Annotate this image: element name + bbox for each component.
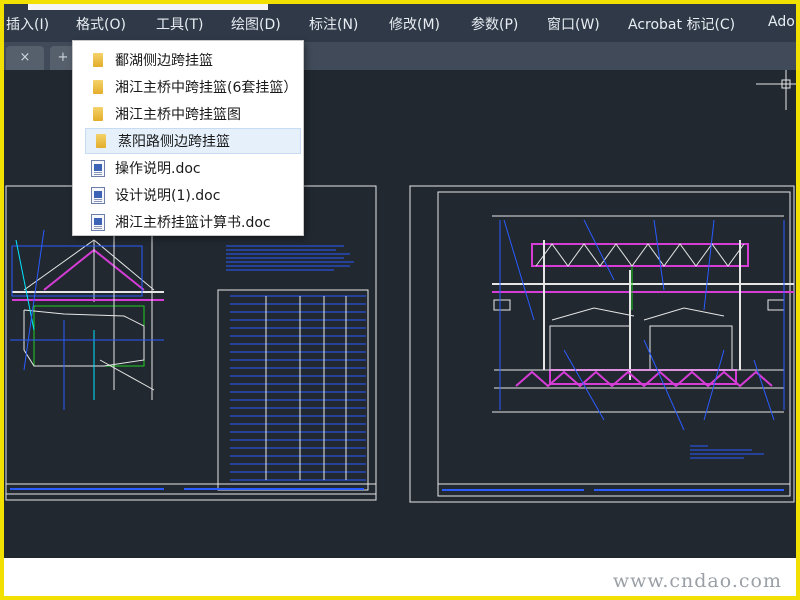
word-doc-icon (91, 186, 105, 204)
file-item-label: 操作说明.doc (115, 161, 201, 177)
file-item-label: 湘江主桥中跨挂篮图 (115, 107, 241, 123)
file-list-popup: 鄱湖侧边跨挂篮 湘江主桥中跨挂篮(6套挂篮） 湘江主桥中跨挂篮图 蒸阳路侧边跨挂… (72, 40, 304, 236)
folder-icon (91, 106, 105, 122)
menu-tools[interactable]: 工具(T) (156, 14, 203, 34)
title-strip (28, 4, 268, 10)
file-item-doc[interactable]: 设计说明(1).doc (83, 182, 303, 208)
folder-icon (94, 133, 108, 149)
status-area: www.cndao.com (4, 558, 796, 596)
file-item-folder[interactable]: 湘江主桥中跨挂篮图 (83, 101, 303, 127)
file-item-label: 蒸阳路侧边跨挂篮 (118, 134, 230, 150)
right-sheet-notes (690, 445, 764, 459)
menu-format[interactable]: 格式(O) (76, 14, 126, 34)
left-table (230, 295, 366, 481)
menu-window[interactable]: 窗口(W) (547, 14, 600, 34)
file-item-folder-selected[interactable]: 蒸阳路侧边跨挂篮 (85, 128, 301, 154)
menu-bar: 插入(I) 格式(O) 工具(T) 绘图(D) 标注(N) 修改(M) 参数(P… (4, 4, 796, 42)
screenshot-frame: 插入(I) 格式(O) 工具(T) 绘图(D) 标注(N) 修改(M) 参数(P… (4, 4, 796, 596)
menu-insert[interactable]: 插入(I) (6, 14, 49, 34)
file-item-label: 湘江主桥挂篮计算书.doc (115, 215, 271, 231)
crosshair-cursor (756, 70, 796, 110)
folder-icon (91, 79, 105, 95)
file-item-doc[interactable]: 湘江主桥挂篮计算书.doc (83, 209, 303, 235)
folder-icon (91, 52, 105, 68)
right-drawing-sheet (409, 185, 795, 503)
file-item-folder[interactable]: 鄱湖侧边跨挂篮 (83, 47, 303, 73)
drawing-tab[interactable]: × (6, 46, 44, 70)
menu-adobe[interactable]: Ado (768, 14, 795, 30)
word-doc-icon (91, 213, 105, 231)
file-item-label: 湘江主桥中跨挂篮(6套挂篮） (115, 80, 298, 96)
close-icon[interactable]: × (20, 50, 31, 65)
plus-icon: + (57, 50, 69, 65)
menu-parameters[interactable]: 参数(P) (471, 14, 518, 34)
watermark: www.cndao.com (612, 570, 782, 592)
menu-acrobat-markup[interactable]: Acrobat 标记(C) (628, 14, 735, 34)
menu-modify[interactable]: 修改(M) (389, 14, 440, 34)
file-item-folder[interactable]: 湘江主桥中跨挂篮(6套挂篮） (83, 74, 303, 100)
left-sheet-notes (226, 245, 354, 271)
file-item-label: 鄱湖侧边跨挂篮 (115, 53, 213, 69)
menu-draw[interactable]: 绘图(D) (231, 14, 281, 34)
menu-dimension[interactable]: 标注(N) (309, 14, 358, 34)
right-cad-structure (492, 215, 794, 431)
word-doc-icon (91, 159, 105, 177)
file-item-label: 设计说明(1).doc (115, 188, 221, 204)
left-cad-structure (10, 229, 164, 410)
file-item-doc[interactable]: 操作说明.doc (83, 155, 303, 181)
